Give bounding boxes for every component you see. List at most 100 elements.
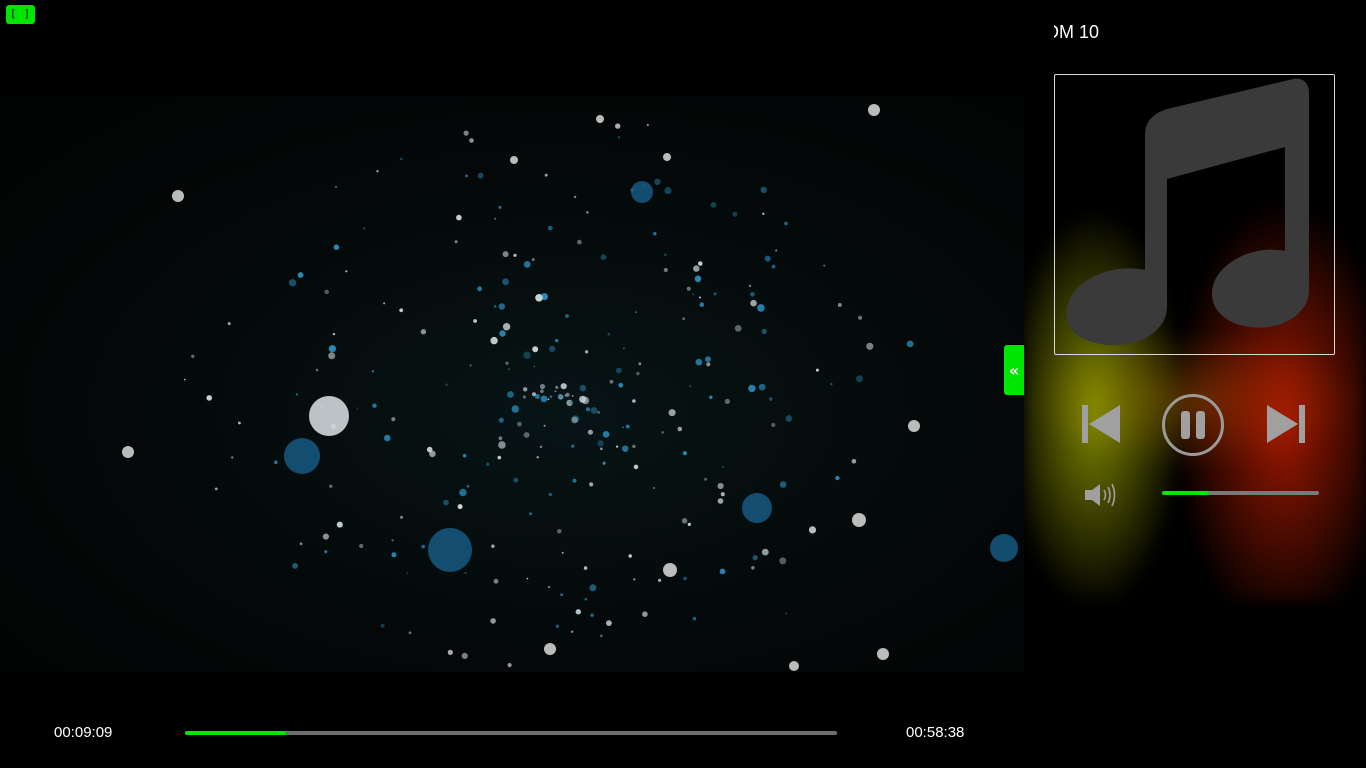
bokeh-particle (464, 572, 467, 574)
bokeh-particle (589, 584, 597, 592)
bokeh-particle (549, 345, 556, 352)
bokeh-particle (543, 424, 546, 427)
bokeh-particle (324, 289, 330, 295)
bokeh-particle (532, 346, 539, 353)
bokeh-particle (858, 315, 863, 320)
bokeh-particle (391, 552, 397, 558)
bokeh-particle (529, 512, 533, 516)
bokeh-particle (607, 332, 611, 336)
bokeh-particle (734, 325, 742, 332)
bokeh-particle (555, 339, 559, 343)
bokeh-particle (469, 138, 474, 143)
skip-next-icon[interactable] (1265, 402, 1307, 446)
bokeh-particle (517, 421, 522, 427)
bokeh-particle (616, 445, 619, 448)
bokeh-particle (493, 305, 497, 308)
bokeh-particle (698, 296, 701, 299)
bokeh-particle (477, 172, 484, 179)
bokeh-particle (315, 368, 319, 372)
bokeh-particle (408, 631, 412, 635)
bokeh-particle (486, 462, 490, 466)
bokeh-particle (643, 184, 646, 187)
bokeh-particle (815, 368, 819, 372)
bokeh-particle (328, 352, 336, 360)
seek-bar[interactable] (185, 731, 837, 735)
bokeh-particle (466, 485, 470, 488)
bokeh-particle (779, 557, 787, 565)
bokeh-particle (507, 368, 510, 371)
bokeh-particle (600, 634, 603, 638)
bokeh-particle (491, 544, 495, 548)
bokeh-highlight (596, 115, 604, 123)
bokeh-particle (635, 311, 638, 313)
bokeh-particle (459, 488, 467, 497)
bokeh-particle (376, 170, 379, 173)
bokeh-particle (571, 630, 574, 633)
bokeh-particle (505, 361, 509, 365)
bokeh-particle (590, 407, 598, 414)
volume-slider[interactable] (1162, 491, 1319, 495)
bokeh-particle (652, 486, 656, 490)
bokeh-particle (322, 533, 329, 540)
bokeh-particle (214, 487, 218, 491)
bokeh-particle (540, 389, 544, 394)
fullscreen-button[interactable]: [ ] (6, 5, 35, 24)
bokeh-particle (391, 539, 394, 542)
pause-icon[interactable] (1161, 393, 1225, 457)
bokeh-particle (658, 578, 662, 582)
skip-previous-icon[interactable] (1080, 402, 1122, 446)
bokeh-highlight (122, 446, 134, 458)
video-display[interactable] (0, 96, 1024, 672)
bokeh-particle (682, 451, 688, 456)
bokeh-particle (709, 395, 713, 399)
bokeh-particle (622, 426, 624, 429)
bokeh-particle (549, 395, 553, 399)
bokeh-particle (383, 302, 386, 305)
bokeh-particle (577, 239, 582, 245)
bokeh-particle (625, 424, 630, 429)
bokeh-particle (461, 652, 468, 660)
bokeh-particle (762, 212, 765, 215)
bokeh-particle (784, 221, 788, 226)
bokeh-particle (540, 395, 548, 403)
bokeh-particle (336, 521, 343, 528)
bokeh-particle (473, 319, 477, 323)
bokeh-particle (751, 566, 755, 570)
bokeh-particle (362, 227, 366, 230)
bokeh-particle (586, 211, 589, 214)
bokeh-particle (584, 597, 588, 601)
bokeh-blob (742, 493, 772, 523)
bokeh-highlight (663, 563, 677, 577)
bokeh-particle (589, 482, 594, 487)
bokeh-particle (609, 379, 614, 384)
bokeh-particle (547, 225, 553, 231)
bokeh-particle (687, 522, 691, 526)
bokeh-particle (597, 410, 600, 414)
bokeh-particle (391, 417, 396, 422)
bokeh-particle (359, 543, 364, 549)
bokeh-highlight (172, 190, 184, 202)
bokeh-particle (717, 498, 724, 504)
bokeh-particle (274, 460, 278, 465)
bokeh-particle (560, 383, 567, 390)
bokeh-particle (623, 347, 625, 350)
bokeh-particle (866, 342, 874, 350)
bokeh-particle (808, 526, 817, 534)
bokeh-particle (523, 261, 531, 268)
speaker-icon[interactable] (1084, 481, 1118, 509)
bokeh-particle (771, 264, 776, 269)
bokeh-particle (775, 249, 778, 252)
bokeh-particle (465, 174, 468, 178)
bokeh-particle (191, 354, 195, 358)
bokeh-particle (600, 447, 603, 451)
bokeh-particle (615, 123, 621, 129)
bokeh-particle (399, 157, 403, 161)
bokeh-highlight (510, 156, 518, 164)
collapse-sidebar-button[interactable]: « (1004, 345, 1024, 395)
bokeh-particle (557, 393, 563, 399)
bokeh-particle (761, 328, 767, 335)
bokeh-particle (329, 484, 333, 488)
bokeh-particle (710, 202, 717, 208)
bokeh-particle (184, 378, 186, 381)
bokeh-blob (428, 528, 472, 572)
